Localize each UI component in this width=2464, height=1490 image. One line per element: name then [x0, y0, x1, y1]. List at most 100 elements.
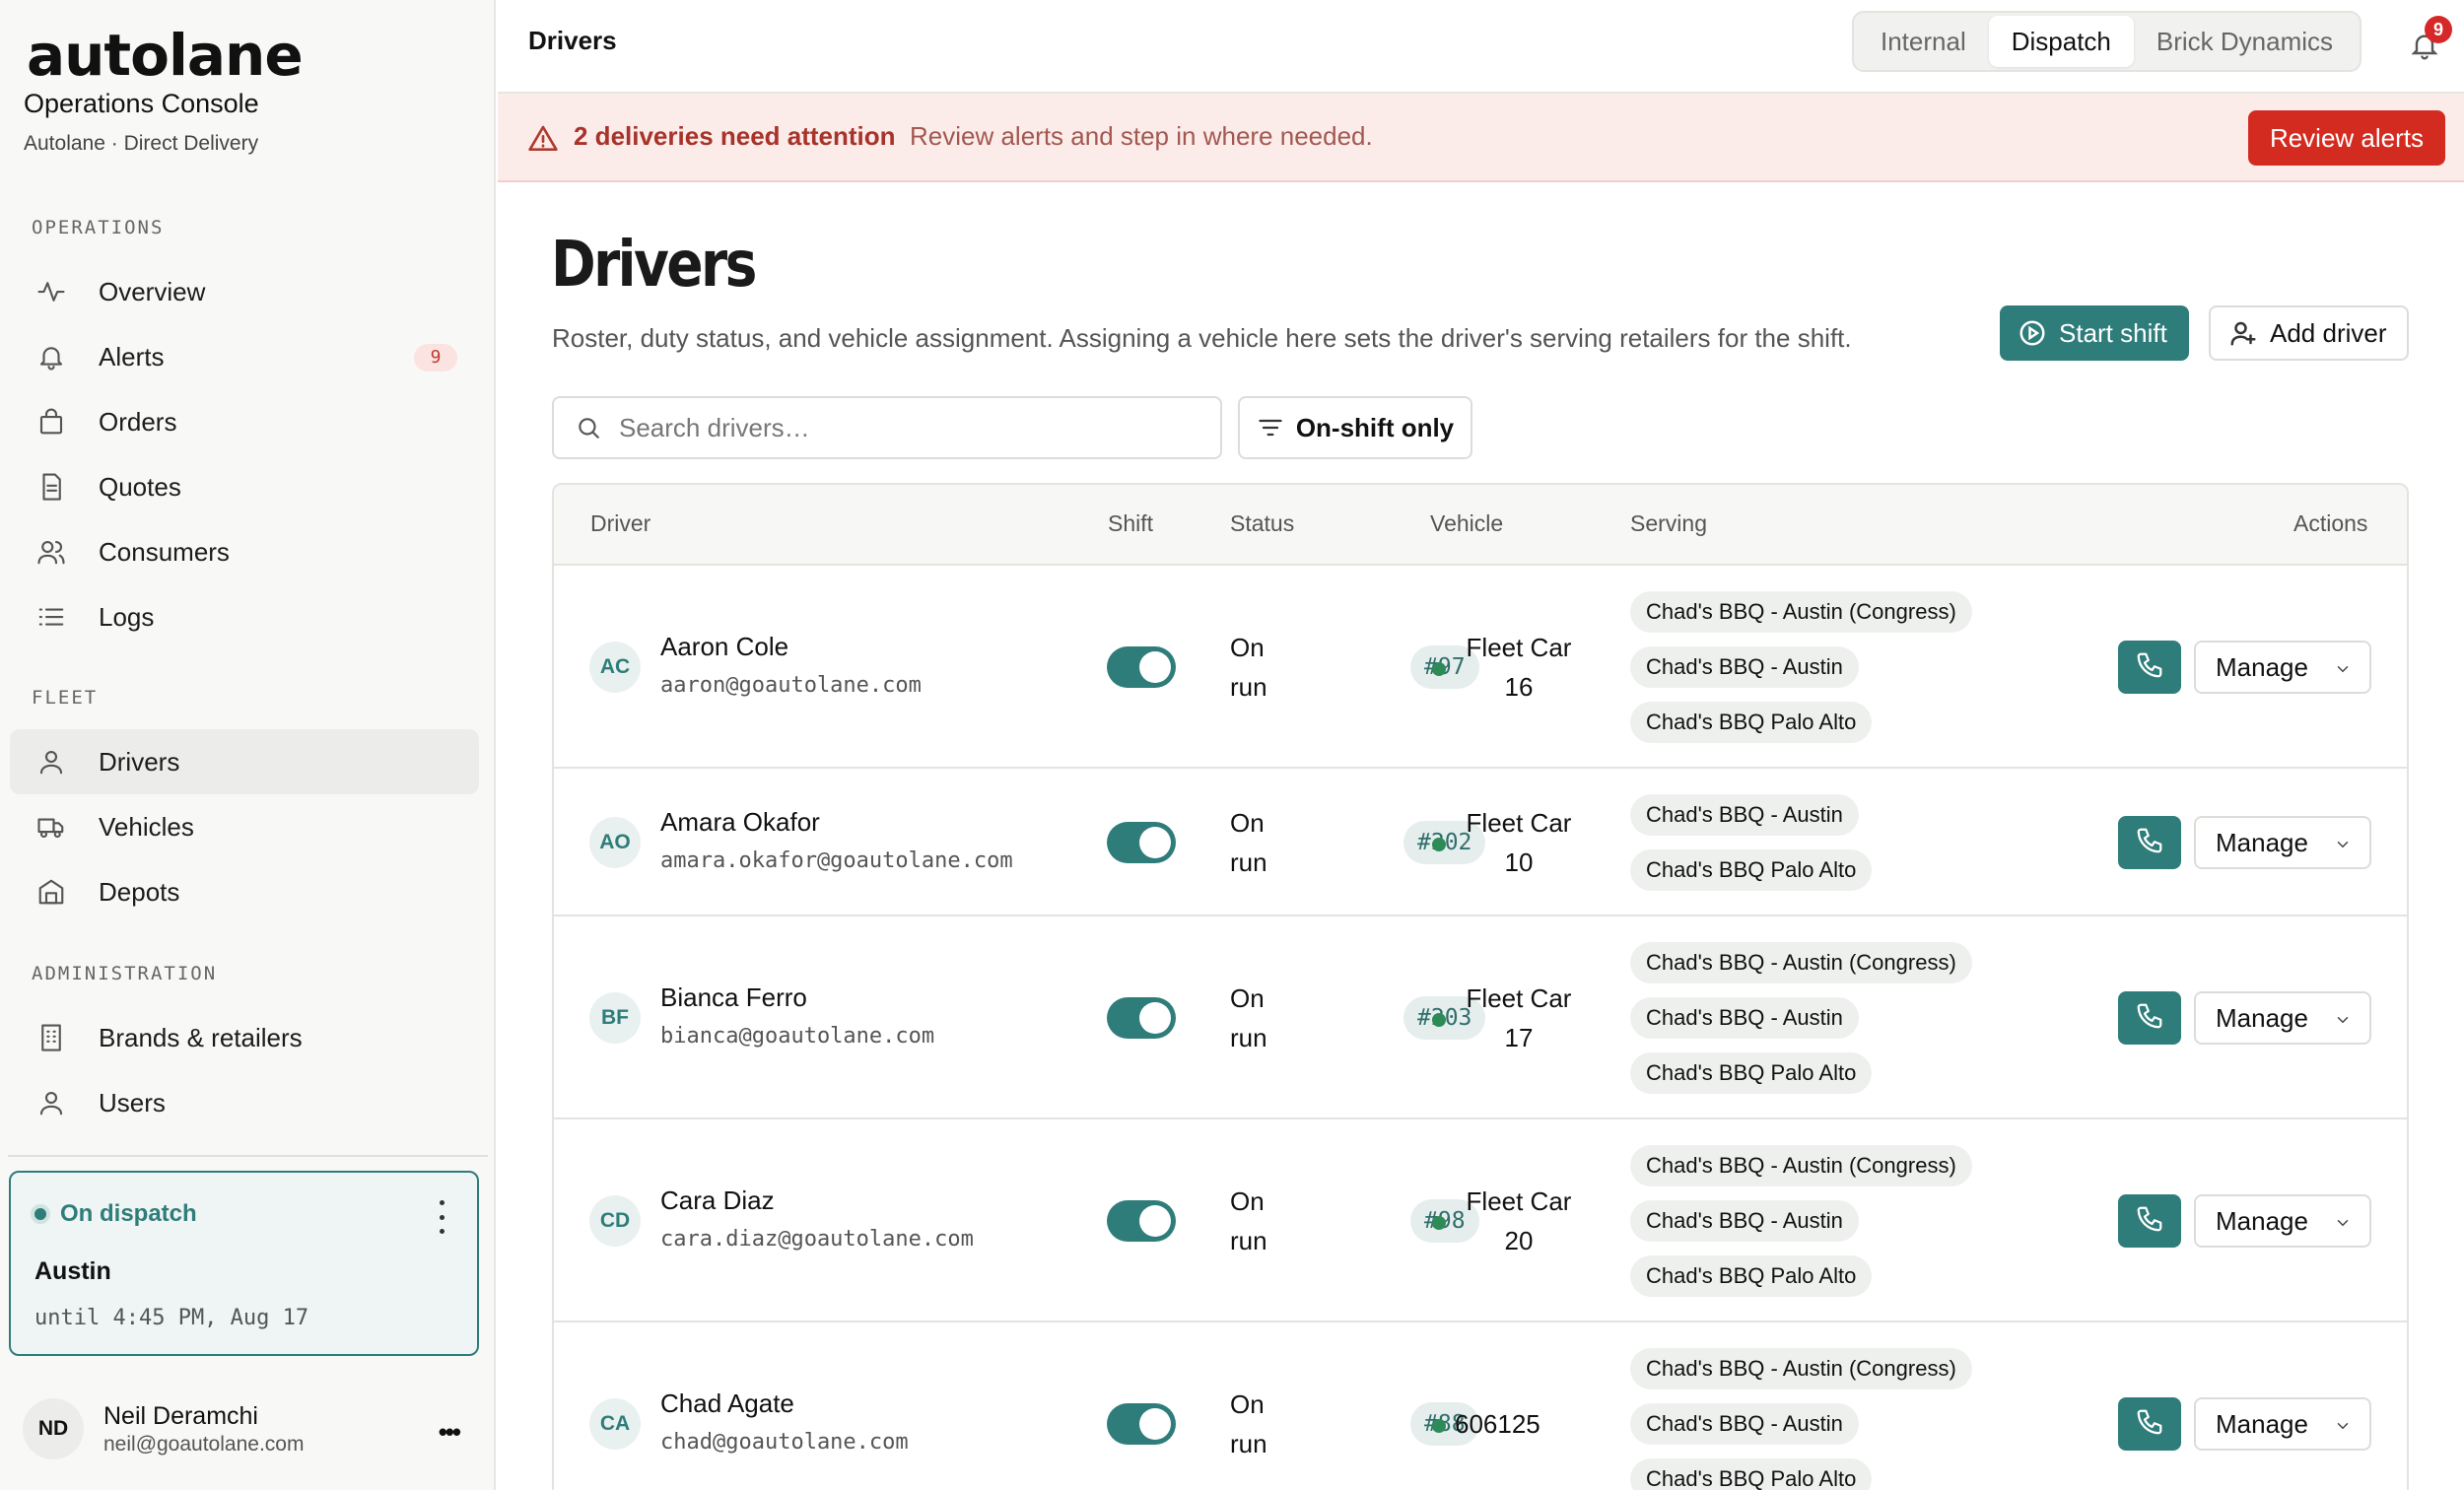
sidebar-item-consumers[interactable]: Consumers — [10, 519, 479, 584]
call-driver-button[interactable] — [2118, 641, 2181, 694]
manage-dropdown[interactable]: Manage — [2194, 991, 2371, 1045]
serving-retailer-tag: Chad's BBQ Palo Alto — [1630, 1052, 1873, 1094]
table-row[interactable]: CD Cara Diaz cara.diaz@goautolane.com On ru… — [554, 1119, 2407, 1322]
serving-retailer-tag: Chad's BBQ - Austin (Congress) — [1630, 942, 1972, 983]
sidebar: autolane Operations Console Autolane · D… — [0, 0, 496, 1490]
activity-icon — [30, 270, 73, 313]
add-driver-button[interactable]: Add driver — [2209, 305, 2409, 361]
sidebar-item-depots[interactable]: Depots — [10, 859, 479, 924]
table-row[interactable]: AO Amara Okafor amara.okafor@goautolane.co… — [554, 769, 2407, 916]
manage-label: Manage — [2216, 651, 2308, 682]
on-shift-filter-button[interactable]: On-shift only — [1238, 396, 1472, 459]
sidebar-item-drivers[interactable]: Drivers — [10, 729, 479, 794]
serving-retailer-tag: Chad's BBQ - Austin — [1630, 997, 1859, 1039]
manage-dropdown[interactable]: Manage — [2194, 1194, 2371, 1248]
dispatch-city: Austin — [34, 1257, 111, 1285]
review-alerts-button[interactable]: Review alerts — [2247, 110, 2445, 166]
section-label-fleet: FLEET — [32, 687, 99, 709]
filter-label: On-shift only — [1295, 412, 1455, 442]
sidebar-item-brands-retailers[interactable]: Brands & retailers — [10, 1005, 479, 1070]
truck-icon — [30, 805, 73, 848]
segment-internal[interactable]: Internal — [1858, 16, 1989, 67]
column-header-serving[interactable]: Serving — [1630, 510, 1707, 537]
section-label-administration: ADMINISTRATION — [32, 963, 218, 984]
vehicle-status-dot — [1432, 662, 1446, 676]
driver-name[interactable]: Amara Okafor — [660, 807, 820, 838]
table-row[interactable]: CAChad Agatechad@goautolane.comOn run#88… — [554, 1322, 2407, 1490]
table-row[interactable]: BF Bianca Ferro bianca@goautolane.com On ru… — [554, 916, 2407, 1119]
list-icon — [30, 595, 73, 639]
driver-name[interactable]: Aaron Cole — [660, 632, 788, 662]
current-user[interactable]: ND Neil Deramchi neil@goautolane.com ••• — [9, 1389, 479, 1468]
driver-status: On run — [1230, 1186, 1267, 1255]
kebab-menu-icon[interactable] — [432, 1200, 451, 1234]
column-header-vehicle[interactable]: Vehicle — [1430, 510, 1503, 537]
search-input[interactable] — [619, 412, 1171, 443]
vehicle-name[interactable]: Fleet Car 17 — [1455, 979, 1583, 1057]
vehicle-name[interactable]: 606125 — [1455, 1404, 1540, 1444]
driver-name[interactable]: Chad Agate — [660, 1388, 794, 1419]
phone-icon — [2135, 826, 2164, 860]
segment-brick-dynamics[interactable]: Brick Dynamics — [2134, 16, 2356, 67]
attention-banner: 2 deliveries need attention Review alert… — [498, 94, 2464, 182]
sidebar-item-orders[interactable]: Orders — [10, 389, 479, 454]
call-driver-button[interactable] — [2118, 816, 2181, 869]
filter-icon — [1259, 419, 1282, 437]
sidebar-item-overview[interactable]: Overview — [10, 259, 479, 324]
shift-toggle[interactable] — [1107, 646, 1176, 688]
sidebar-item-vehicles[interactable]: Vehicles — [10, 794, 479, 859]
sidebar-item-alerts[interactable]: Alerts 9 — [10, 324, 479, 389]
sidebar-item-label: Drivers — [99, 746, 180, 777]
manage-dropdown[interactable]: Manage — [2194, 1397, 2371, 1451]
start-shift-button[interactable]: Start shift — [2000, 305, 2189, 361]
column-header-shift[interactable]: Shift — [1108, 510, 1153, 537]
document-icon — [30, 465, 73, 508]
segment-dispatch[interactable]: Dispatch — [1988, 16, 2134, 67]
table-row[interactable]: ACAaron Coleaaron@goautolane.comOn run#9… — [554, 566, 2407, 769]
serving-retailer-tag: Chad's BBQ - Austin — [1630, 1403, 1859, 1445]
vehicle-name[interactable]: Fleet Car 10 — [1455, 803, 1583, 882]
dispatch-status-card[interactable]: On dispatch Austin until 4:45 PM, Aug 17 — [9, 1171, 479, 1356]
sidebar-item-label: Quotes — [99, 471, 181, 502]
driver-name[interactable]: Bianca Ferro — [660, 982, 807, 1013]
more-options-icon[interactable]: ••• — [439, 1417, 461, 1448]
app-subtitle: Autolane · Direct Delivery — [24, 132, 259, 155]
warning-icon — [527, 123, 559, 160]
sidebar-item-logs[interactable]: Logs — [10, 584, 479, 649]
shift-toggle[interactable] — [1107, 822, 1176, 863]
sidebar-item-users[interactable]: Users — [10, 1070, 479, 1135]
call-driver-button[interactable] — [2118, 1397, 2181, 1451]
phone-icon — [2135, 1407, 2164, 1442]
page-description: Roster, duty status, and vehicle assignm… — [552, 323, 1852, 353]
dispatch-status-label: On dispatch — [60, 1200, 197, 1227]
shift-toggle[interactable] — [1107, 1200, 1176, 1242]
avatar: ND — [23, 1398, 84, 1459]
call-driver-button[interactable] — [2118, 991, 2181, 1045]
vehicle-name[interactable]: Fleet Car 16 — [1455, 628, 1583, 707]
vehicle-name[interactable]: Fleet Car 20 — [1455, 1182, 1583, 1260]
add-driver-label: Add driver — [2270, 317, 2387, 348]
sidebar-item-quotes[interactable]: Quotes — [10, 454, 479, 519]
notifications-button[interactable]: 9 — [2403, 16, 2452, 65]
manage-label: Manage — [2216, 1408, 2308, 1439]
drivers-table: Driver Shift Status Vehicle Serving Acti… — [552, 483, 2409, 1490]
column-header-driver[interactable]: Driver — [590, 510, 650, 537]
call-driver-button[interactable] — [2118, 1194, 2181, 1248]
vehicle-status-dot — [1432, 1419, 1446, 1433]
shift-toggle[interactable] — [1107, 997, 1176, 1039]
manage-dropdown[interactable]: Manage — [2194, 816, 2371, 869]
sidebar-item-label: Brands & retailers — [99, 1022, 303, 1052]
user-icon — [30, 740, 73, 783]
avatar: CA — [589, 1398, 641, 1450]
driver-name[interactable]: Cara Diaz — [660, 1185, 775, 1216]
top-bar: Drivers Internal Dispatch Brick Dynamics… — [498, 0, 2464, 94]
vehicle-status-dot — [1432, 1216, 1446, 1230]
sidebar-item-label: Users — [99, 1087, 166, 1118]
driver-email: chad@goautolane.com — [660, 1430, 909, 1455]
manage-dropdown[interactable]: Manage — [2194, 641, 2371, 694]
column-header-status[interactable]: Status — [1230, 510, 1294, 537]
column-header-actions: Actions — [2293, 510, 2368, 536]
phone-icon — [2135, 650, 2164, 685]
autolane-logo[interactable]: autolane — [27, 22, 304, 89]
shift-toggle[interactable] — [1107, 1403, 1176, 1445]
